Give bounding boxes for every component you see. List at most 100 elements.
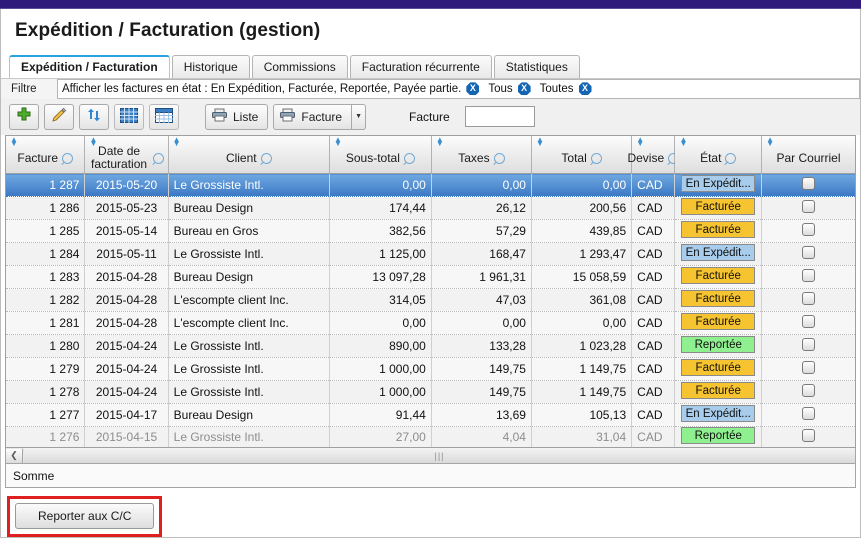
table-row[interactable]: 1 279 2015-04-24 Le Grossiste Intl. 1 000,0… [6,357,855,381]
status-badge[interactable]: Reportée [681,427,756,444]
refresh-button[interactable] [79,103,109,130]
edit-button[interactable] [44,103,74,130]
add-button[interactable] [9,103,39,130]
table-row[interactable]: 1 286 2015-05-23 Bureau Design 174,44 26,12 2… [6,196,855,220]
tab-1[interactable]: Historique [171,54,250,78]
cell-taxes: 0,00 [431,173,532,197]
print-list-button[interactable]: Liste [205,103,269,130]
grid-view-button[interactable] [114,103,144,130]
column-header-date[interactable]: ▲ ▼ Date de facturation [84,135,169,174]
table-row[interactable]: 1 278 2015-04-24 Le Grossiste Intl. 1 000,0… [6,380,855,404]
column-header-facture[interactable]: ▲ ▼ Facture [6,135,86,174]
sort-arrows-icon[interactable]: ▲ ▼ [766,135,774,147]
table-view-button[interactable] [149,103,179,130]
status-badge[interactable]: Facturée [681,382,756,399]
scroll-left-icon[interactable]: ❮ [6,448,23,463]
table-row[interactable]: 1 284 2015-05-11 Le Grossiste Intl. 1 125,0… [6,242,855,266]
table-row[interactable]: 1 280 2015-04-24 Le Grossiste Intl. 890,00 1… [6,334,855,358]
cell-etat: En Expédit... [674,403,763,427]
cell-client: Bureau Design [168,196,330,220]
search-icon[interactable] [59,150,76,167]
cell-date: 2015-04-28 [84,265,169,289]
tab-4[interactable]: Statistiques [493,54,580,78]
search-icon[interactable] [491,150,507,167]
email-checkbox[interactable] [802,361,816,374]
table-row[interactable]: 1 276 2015-04-15 Le Grossiste Intl. 27,00 4,… [6,426,855,447]
column-header-etat[interactable]: ▲ ▼ État [674,135,763,174]
email-checkbox[interactable] [802,177,816,190]
sort-arrows-icon[interactable]: ▲ ▼ [636,135,644,147]
table-row[interactable]: 1 281 2015-04-28 L'escompte client Inc. 0,0… [6,311,855,335]
column-header-taxes[interactable]: ▲ ▼ Taxes [431,135,532,174]
cell-facture: 1 277 [6,403,86,427]
table-row[interactable]: 1 277 2015-04-17 Bureau Design 91,44 13,69 10… [6,403,855,427]
email-checkbox[interactable] [802,269,816,282]
status-badge[interactable]: En Expédit... [681,244,756,261]
cell-etat: Facturée [674,288,763,312]
email-checkbox[interactable] [802,315,816,328]
status-badge[interactable]: Facturée [681,198,756,215]
sort-arrows-icon[interactable]: ▲ ▼ [679,135,687,147]
email-checkbox[interactable] [802,338,816,351]
email-checkbox[interactable] [802,407,816,420]
column-header-devise[interactable]: ▲ ▼ Devise [627,135,682,174]
sort-arrows-icon[interactable]: ▲ ▼ [536,135,544,147]
facture-input[interactable] [464,106,535,128]
email-checkbox[interactable] [802,223,816,236]
tab-3[interactable]: Facturation récurrente [349,54,492,78]
cell-etat: Facturée [674,311,763,335]
cell-total: 200,56 [531,196,633,220]
filter-clear-icon[interactable]: X [466,82,480,96]
cell-sous_total: 27,00 [329,426,432,447]
column-header-total[interactable]: ▲ ▼ Total [531,135,633,174]
filter-field[interactable]: Afficher les factures en état : En Expéd… [57,78,860,99]
column-header-client[interactable]: ▲ ▼ Client [168,135,330,174]
search-icon[interactable] [258,150,274,167]
cell-courriel [761,288,855,312]
table-row[interactable]: 1 285 2015-05-14 Bureau en Gros 382,56 57,29… [6,219,855,243]
cell-devise: CAD [631,196,676,220]
email-checkbox[interactable] [802,292,816,305]
search-icon[interactable] [150,150,166,167]
email-checkbox[interactable] [802,246,816,259]
table-row[interactable]: 1 287 2015-05-20 Le Grossiste Intl. 0,00 0,0… [6,173,855,197]
report-to-cc-button[interactable]: Reporter aux C/C [15,503,155,529]
column-header-courriel[interactable]: ▲ ▼ Par Courriel [761,135,855,174]
cell-taxes: 57,29 [431,219,532,243]
email-checkbox[interactable] [802,429,816,442]
table-row[interactable]: 1 282 2015-04-28 L'escompte client Inc. 314… [6,288,855,312]
cell-total: 31,04 [531,426,633,447]
tab-2[interactable]: Commissions [251,54,348,78]
search-icon[interactable] [723,150,739,167]
scrollbar-thumb[interactable]: ||| [24,448,855,463]
table-row[interactable]: 1 283 2015-04-28 Bureau Design 13 097,28 1 9… [6,265,855,289]
status-badge[interactable]: En Expédit... [681,405,756,422]
horizontal-scrollbar[interactable]: ❮ ||| [5,448,856,464]
column-header-sous_total[interactable]: ▲ ▼ Sous-total [329,135,432,174]
email-checkbox[interactable] [802,200,816,213]
chevron-down-icon[interactable]: ▼ [352,103,367,130]
sort-arrows-icon[interactable]: ▲ ▼ [173,135,181,147]
tab-0[interactable]: Expédition / Facturation [9,54,170,78]
email-checkbox[interactable] [802,384,816,397]
sort-arrows-icon[interactable]: ▲ ▼ [10,135,18,147]
cell-sous_total: 1 000,00 [329,357,432,381]
cell-courriel [761,173,855,197]
filter-clear-tous-icon[interactable]: X [517,82,531,96]
status-badge[interactable]: Facturée [681,359,756,376]
status-badge[interactable]: Reportée [681,336,756,353]
status-badge[interactable]: En Expédit... [681,175,756,192]
status-badge[interactable]: Facturée [681,221,756,238]
sort-arrows-icon[interactable]: ▲ ▼ [334,135,342,147]
sort-arrows-icon[interactable]: ▲ ▼ [436,135,444,147]
status-badge[interactable]: Facturée [681,290,756,307]
status-badge[interactable]: Facturée [681,313,756,330]
search-icon[interactable] [401,150,418,167]
cell-etat: Facturée [674,357,763,381]
search-icon[interactable] [588,150,605,167]
cell-etat: Facturée [674,265,763,289]
print-invoice-button[interactable]: Facture [273,103,353,130]
status-badge[interactable]: Facturée [681,267,756,284]
sort-arrows-icon[interactable]: ▲ ▼ [89,135,97,147]
filter-clear-toutes-icon[interactable]: X [578,82,592,96]
